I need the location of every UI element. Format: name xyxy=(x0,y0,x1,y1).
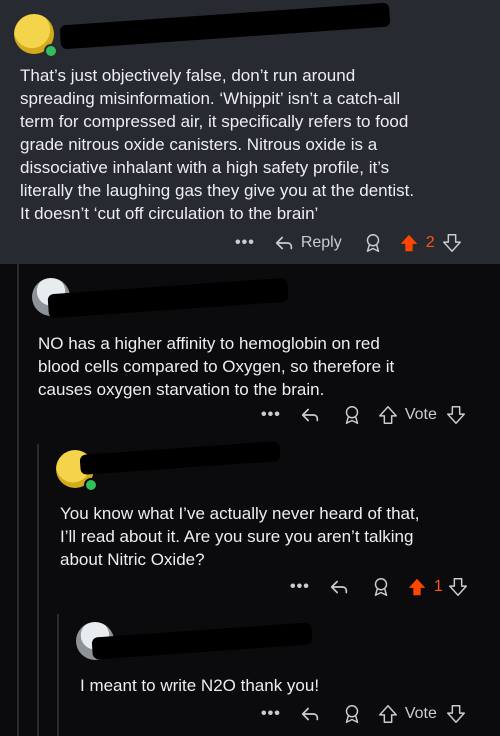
vote-score: 2 xyxy=(425,234,435,251)
redacted-username xyxy=(59,2,391,50)
award-icon[interactable] xyxy=(341,404,363,426)
upvote-arrow-icon[interactable] xyxy=(377,703,399,725)
vote-label: Vote xyxy=(404,406,437,423)
downvote-arrow-icon[interactable] xyxy=(447,576,469,598)
more-dots-icon[interactable]: ••• xyxy=(261,705,281,723)
upvote-arrow-icon[interactable] xyxy=(398,232,420,254)
downvote-arrow-icon[interactable] xyxy=(441,232,463,254)
more-dots-icon[interactable]: ••• xyxy=(290,578,310,596)
more-dots-icon[interactable]: ••• xyxy=(261,406,281,424)
comment-2: NO has a higher affinity to hemoglobin o… xyxy=(0,264,500,444)
thread-line xyxy=(37,444,39,614)
thread-line xyxy=(17,444,19,614)
comment-body: You know what I’ve actually never heard … xyxy=(60,504,420,569)
redacted-username xyxy=(47,277,289,319)
reply-arrow-icon[interactable] xyxy=(299,404,321,426)
reply-button[interactable]: Reply xyxy=(273,232,342,254)
reply-label: Reply xyxy=(300,234,342,251)
reply-arrow-icon[interactable] xyxy=(328,576,350,598)
comment-actions: ••• Reply 2 xyxy=(235,229,463,257)
comment-body: That’s just objectively false, don’t run… xyxy=(20,66,415,223)
reply-arrow-icon[interactable] xyxy=(299,703,321,725)
award-icon[interactable] xyxy=(341,703,363,725)
downvote-arrow-icon[interactable] xyxy=(445,404,467,426)
comment-actions: ••• Vote xyxy=(261,700,467,728)
thread-line xyxy=(57,614,59,736)
downvote-arrow-icon[interactable] xyxy=(445,703,467,725)
online-status-dot xyxy=(44,44,58,58)
vote-button[interactable]: Vote xyxy=(377,404,437,426)
award-icon[interactable] xyxy=(370,576,392,598)
vote-label: Vote xyxy=(404,705,437,722)
comment-4: I meant to write N2O thank you! ••• Vote xyxy=(0,614,500,736)
redacted-username xyxy=(79,441,281,475)
thread-line xyxy=(37,614,39,736)
comment-1: That’s just objectively false, don’t run… xyxy=(0,0,500,264)
vote-button[interactable]: Vote xyxy=(377,703,437,725)
comment-3: You know what I’ve actually never heard … xyxy=(0,441,500,614)
thread-line xyxy=(17,264,19,444)
redacted-username xyxy=(91,622,313,660)
comment-body: I meant to write N2O thank you! xyxy=(80,676,320,695)
thread-line xyxy=(17,614,19,736)
award-icon[interactable] xyxy=(362,232,384,254)
online-status-dot xyxy=(84,478,98,492)
more-dots-icon[interactable]: ••• xyxy=(235,234,255,252)
upvote-arrow-icon[interactable] xyxy=(406,576,428,598)
comment-body: NO has a higher affinity to hemoglobin o… xyxy=(38,334,395,399)
vote-score: 1 xyxy=(433,578,443,595)
reply-arrow-icon xyxy=(275,236,292,250)
upvote-arrow-icon[interactable] xyxy=(377,404,399,426)
comment-actions: ••• Vote xyxy=(261,401,467,429)
comment-actions: ••• 1 xyxy=(290,573,469,601)
